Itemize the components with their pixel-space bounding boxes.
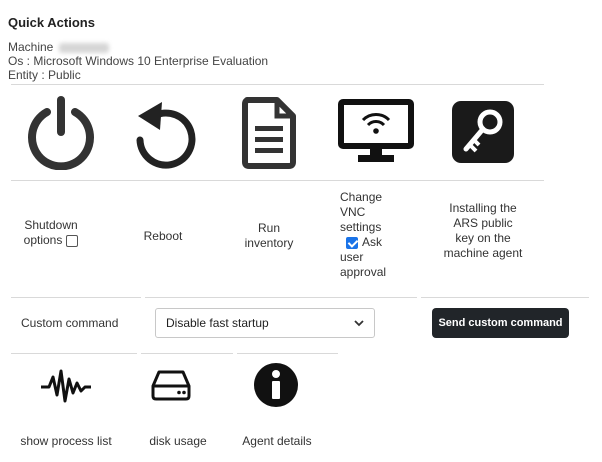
custom-command-selected: Disable fast startup: [166, 316, 269, 330]
run-inventory-label: Run inventory: [244, 221, 294, 250]
disk-icon: [151, 370, 191, 401]
shutdown-options-label: Shutdown options: [23, 218, 79, 247]
monitor-wifi-icon: [338, 99, 414, 162]
ask-user-approval-checkbox[interactable]: [346, 236, 358, 249]
reboot-label: Reboot: [143, 229, 183, 243]
send-custom-command-button[interactable]: Send custom command: [432, 308, 569, 338]
machine-label: Machine: [8, 40, 54, 54]
shutdown-action[interactable]: [11, 86, 111, 178]
ars-key-action[interactable]: [433, 86, 533, 178]
entity-line: Entity : Public: [8, 68, 81, 82]
show-process-list-label: show process list: [20, 434, 112, 448]
page-title: Quick Actions: [8, 15, 95, 30]
info-icon: [254, 363, 298, 407]
reboot-action[interactable]: [115, 86, 215, 178]
custom-command-label: Custom command: [21, 316, 119, 330]
power-icon: [28, 96, 94, 170]
machine-name-redacted: [59, 42, 110, 53]
reboot-icon: [136, 102, 196, 169]
vnc-action[interactable]: [326, 86, 426, 178]
run-inventory-action[interactable]: [219, 86, 319, 178]
ars-key-label: Installing the ARS public key on the mac…: [443, 201, 523, 260]
change-vnc-label: Change VNC settings Ask user approval: [340, 190, 387, 279]
agent-details-tool[interactable]: [246, 355, 306, 415]
chevron-down-icon: [354, 320, 364, 327]
waveform-icon: [41, 369, 91, 403]
disk-usage-tool[interactable]: [141, 355, 201, 415]
disk-usage-label: disk usage: [149, 434, 207, 448]
document-icon: [242, 97, 296, 169]
agent-details-label: Agent details: [242, 434, 312, 448]
machine-line: Machine: [8, 40, 110, 54]
shutdown-checkbox[interactable]: [66, 234, 79, 247]
key-icon: [452, 101, 514, 163]
os-line: Os : Microsoft Windows 10 Enterprise Eva…: [8, 54, 269, 68]
custom-command-select[interactable]: Disable fast startup: [155, 308, 375, 338]
process-list-tool[interactable]: [11, 355, 121, 415]
